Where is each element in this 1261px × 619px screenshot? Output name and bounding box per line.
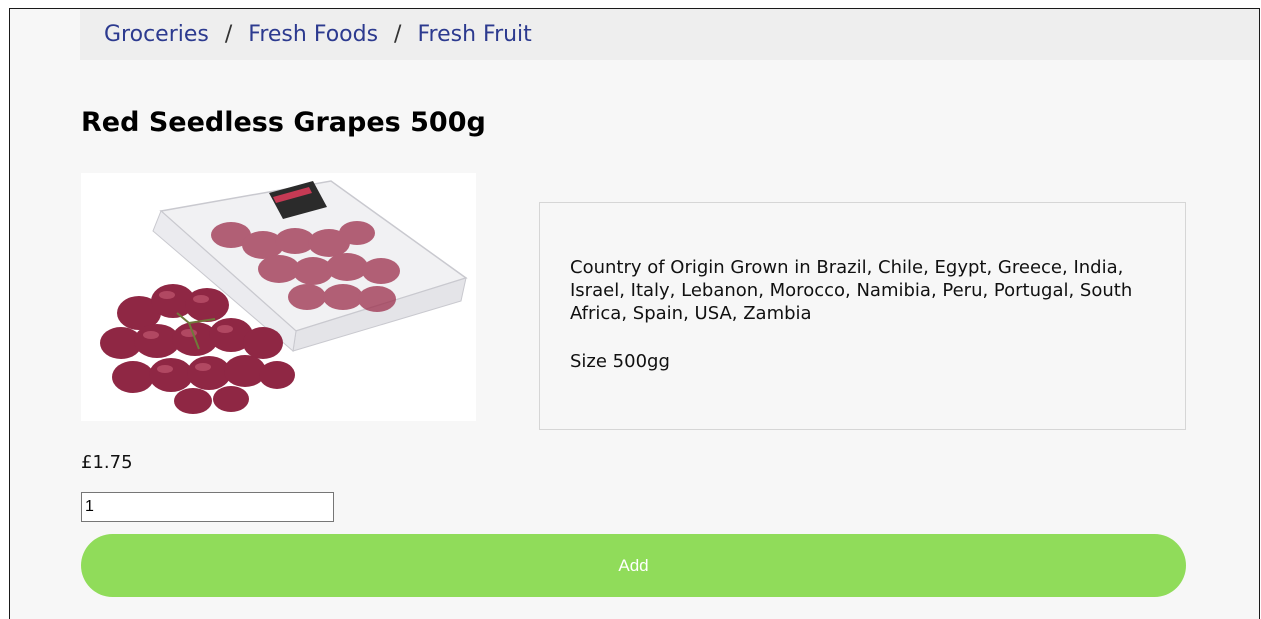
product-size: Size 500gg (570, 351, 670, 372)
red-grapes-icon (100, 180, 468, 414)
product-title: Red Seedless Grapes 500g (81, 107, 486, 138)
breadcrumb-separator: / (224, 22, 233, 47)
page-frame: Groceries / Fresh Foods / Fresh Fruit Re… (9, 8, 1260, 619)
quantity-input[interactable] (81, 492, 334, 522)
breadcrumb-fresh-fruit[interactable]: Fresh Fruit (417, 22, 531, 47)
breadcrumb: Groceries / Fresh Foods / Fresh Fruit (80, 9, 1259, 60)
product-image (81, 173, 476, 421)
product-description: Country of Origin Grown in Brazil, Chile… (539, 202, 1186, 430)
breadcrumb-groceries[interactable]: Groceries (104, 22, 209, 47)
product-price: £1.75 (81, 452, 133, 473)
breadcrumb-separator: / (394, 22, 402, 47)
add-to-basket-button[interactable]: Add (81, 534, 1186, 597)
breadcrumb-fresh-foods[interactable]: Fresh Foods (248, 22, 378, 47)
country-of-origin: Country of Origin Grown in Brazil, Chile… (570, 257, 1133, 324)
